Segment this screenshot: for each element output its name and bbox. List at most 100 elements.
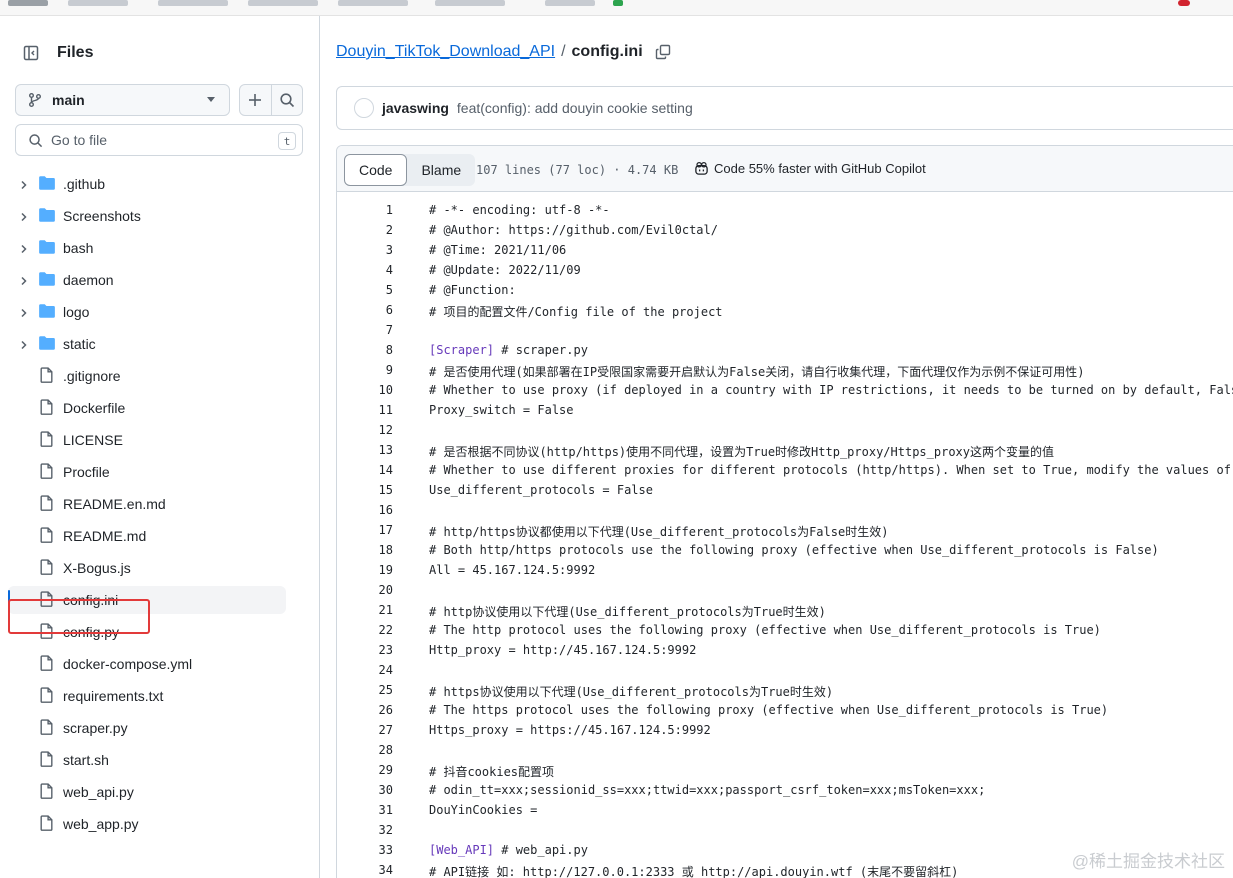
tree-file-license[interactable]: LICENSE	[8, 426, 286, 454]
folder-icon	[39, 272, 55, 286]
go-to-file-input[interactable]	[51, 132, 251, 148]
go-to-file-field[interactable]: t	[15, 124, 303, 156]
tree-file-x-bogus-js[interactable]: X-Bogus.js	[8, 554, 286, 582]
line-number[interactable]: 29	[357, 763, 393, 777]
copilot-promo-link[interactable]: Code 55% faster with GitHub Copilot	[694, 161, 926, 176]
line-number[interactable]: 32	[357, 823, 393, 837]
tree-file-web-api-py[interactable]: web_api.py	[8, 778, 286, 806]
line-number[interactable]: 2	[357, 223, 393, 237]
line-number[interactable]: 11	[357, 403, 393, 417]
line-number[interactable]: 21	[357, 603, 393, 617]
code-line: 30 # odin_tt=xxx;sessionid_ss=xxx;ttwid=x…	[337, 780, 1233, 800]
search-code-button[interactable]	[270, 85, 302, 115]
line-number[interactable]: 16	[357, 503, 393, 517]
line-number[interactable]: 8	[357, 343, 393, 357]
line-number[interactable]: 6	[357, 303, 393, 317]
line-text: # 项目的配置文件/Config file of the project	[429, 305, 723, 319]
line-number[interactable]: 20	[357, 583, 393, 597]
line-number[interactable]: 4	[357, 263, 393, 277]
tree-folder-screenshots[interactable]: Screenshots	[8, 202, 286, 230]
tree-folder-static[interactable]: static	[8, 330, 286, 358]
collapse-sidebar-button[interactable]	[16, 38, 46, 68]
bookmark[interactable]	[1178, 0, 1190, 6]
line-number[interactable]: 31	[357, 803, 393, 817]
tree-file-gitignore[interactable]: .gitignore	[8, 362, 286, 390]
line-number[interactable]: 19	[357, 563, 393, 577]
line-number[interactable]: 17	[357, 523, 393, 537]
breadcrumb-separator: /	[561, 43, 566, 60]
folder-icon	[39, 240, 55, 254]
line-number[interactable]: 12	[357, 423, 393, 437]
tab-code[interactable]: Code	[344, 154, 408, 186]
line-number[interactable]: 25	[357, 683, 393, 697]
line-number[interactable]: 14	[357, 463, 393, 477]
sidebar-header: Files	[16, 38, 93, 68]
line-number[interactable]: 9	[357, 363, 393, 377]
bookmark[interactable]	[545, 0, 595, 6]
line-number[interactable]: 15	[357, 483, 393, 497]
tree-folder-daemon[interactable]: daemon	[8, 266, 286, 294]
tree-file-start-sh[interactable]: start.sh	[8, 746, 286, 774]
line-number[interactable]: 33	[357, 843, 393, 857]
code-line: 25 # https协议使用以下代理(Use_different_protocol…	[337, 680, 1233, 700]
copy-icon	[655, 44, 670, 60]
tree-file-readme-md[interactable]: README.md	[8, 522, 286, 550]
bookmark[interactable]	[435, 0, 505, 6]
breadcrumb-file-name: config.ini	[571, 43, 643, 60]
code-line: 32	[337, 820, 1233, 840]
tree-folder-logo[interactable]: logo	[8, 298, 286, 326]
line-number[interactable]: 1	[357, 203, 393, 217]
tree-item-label: logo	[63, 304, 90, 320]
branch-name: main	[52, 92, 85, 108]
tree-folder-bash[interactable]: bash	[8, 234, 286, 262]
file-icon	[40, 495, 53, 511]
line-number[interactable]: 18	[357, 543, 393, 557]
bookmark[interactable]	[248, 0, 318, 6]
tree-file-docker-compose-yml[interactable]: docker-compose.yml	[8, 650, 286, 678]
copy-path-button[interactable]	[655, 44, 671, 60]
tree-file-dockerfile[interactable]: Dockerfile	[8, 394, 286, 422]
bookmark[interactable]	[338, 0, 408, 6]
bookmark[interactable]	[8, 0, 48, 6]
line-number[interactable]: 22	[357, 623, 393, 637]
tree-file-readme-en-md[interactable]: README.en.md	[8, 490, 286, 518]
line-number[interactable]: 10	[357, 383, 393, 397]
bookmark[interactable]	[68, 0, 128, 6]
line-number[interactable]: 5	[357, 283, 393, 297]
tree-folder-github[interactable]: .github	[8, 170, 286, 198]
chevron-right-icon	[21, 212, 27, 222]
commit-author[interactable]: javaswing	[382, 100, 449, 116]
avatar[interactable]	[354, 98, 374, 118]
file-icon	[40, 527, 53, 543]
chevron-down-icon	[207, 97, 215, 102]
tree-file-procfile[interactable]: Procfile	[8, 458, 286, 486]
tree-file-scraper-py[interactable]: scraper.py	[8, 714, 286, 742]
line-number[interactable]: 30	[357, 783, 393, 797]
folder-icon	[39, 336, 55, 350]
code-line: 6 # 项目的配置文件/Config file of the project	[337, 300, 1233, 320]
watermark: @稀土掘金技术社区	[1071, 852, 1225, 871]
tree-file-web-app-py[interactable]: web_app.py	[8, 810, 286, 838]
breadcrumb-repo-link[interactable]: Douyin_TikTok_Download_API	[336, 43, 555, 61]
bookmark[interactable]	[613, 0, 623, 6]
add-file-button[interactable]	[240, 85, 271, 115]
code-line: 1 # -*- encoding: utf-8 -*-	[337, 200, 1233, 220]
code-line: 31 DouYinCookies =	[337, 800, 1233, 820]
line-number[interactable]: 28	[357, 743, 393, 757]
line-number[interactable]: 23	[357, 643, 393, 657]
tree-file-requirements-txt[interactable]: requirements.txt	[8, 682, 286, 710]
line-text: # http/https协议都使用以下代理(Use_different_prot…	[429, 525, 889, 539]
bookmark[interactable]	[158, 0, 228, 6]
file-icon	[40, 655, 53, 671]
line-number[interactable]: 26	[357, 703, 393, 717]
branch-selector[interactable]: main	[15, 84, 230, 116]
tab-blame[interactable]: Blame	[407, 154, 475, 186]
copilot-icon	[695, 161, 708, 175]
line-number[interactable]: 7	[357, 323, 393, 337]
line-number[interactable]: 34	[357, 863, 393, 877]
line-number[interactable]: 13	[357, 443, 393, 457]
line-number[interactable]: 27	[357, 723, 393, 737]
line-number[interactable]: 3	[357, 243, 393, 257]
commit-message[interactable]: feat(config): add douyin cookie setting	[457, 100, 693, 116]
line-number[interactable]: 24	[357, 663, 393, 677]
